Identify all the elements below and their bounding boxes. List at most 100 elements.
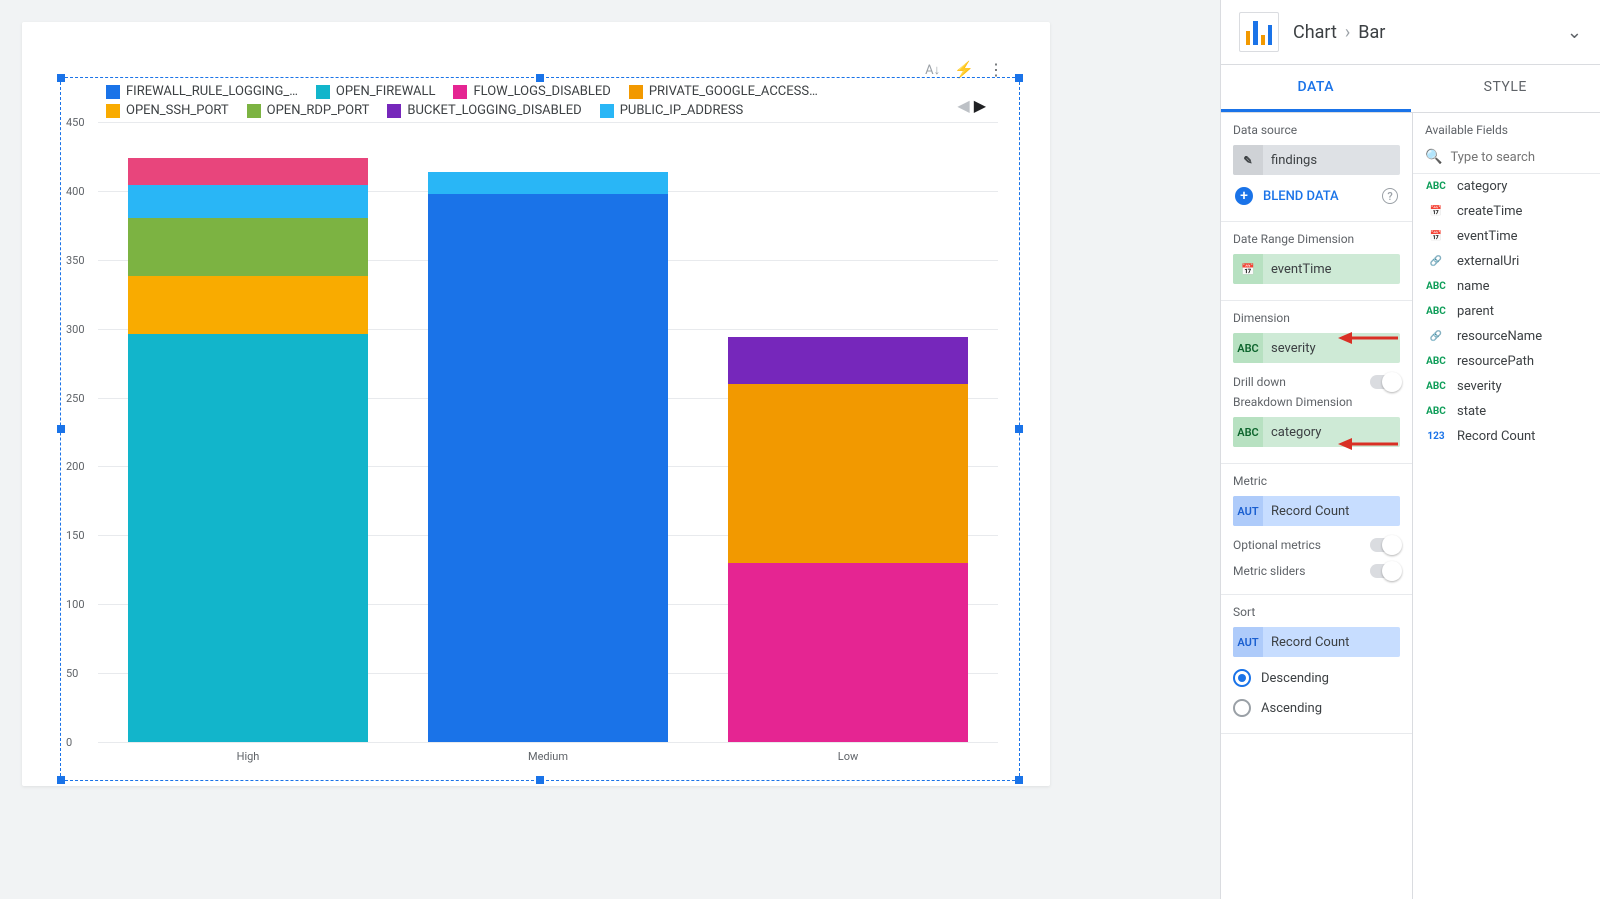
legend-item[interactable]: OPEN_FIREWALL (316, 84, 436, 99)
date-range-chip[interactable]: 📅 eventTime (1233, 254, 1400, 284)
resize-handle[interactable] (1015, 425, 1023, 433)
bar-group[interactable]: High (128, 158, 368, 742)
color-swatch (247, 104, 261, 118)
legend-label: OPEN_SSH_PORT (126, 103, 229, 118)
bar-segment[interactable] (428, 194, 668, 742)
legend-label: FIREWALL_RULE_LOGGING_… (126, 84, 298, 99)
y-tick: 250 (66, 392, 85, 405)
field-name: category (1457, 179, 1507, 194)
field-item[interactable]: ABCcategory (1413, 174, 1600, 199)
bar-chart-icon[interactable] (1239, 12, 1279, 52)
panel-header: Chart › Bar ⌄ (1221, 0, 1600, 65)
sort-icon[interactable]: A↓ (925, 62, 940, 78)
tab-data[interactable]: DATA (1221, 65, 1411, 112)
more-icon[interactable]: ⋮ (988, 60, 1004, 79)
chart-tools: A↓ ⚡ ⋮ (925, 60, 1004, 79)
y-tick: 0 (66, 736, 72, 749)
resize-handle[interactable] (57, 425, 65, 433)
section-title: Dimension (1233, 311, 1400, 325)
legend-label: FLOW_LOGS_DISABLED (473, 84, 610, 99)
field-name: resourceName (1457, 329, 1542, 344)
breakdown-chip[interactable]: ABC category (1233, 417, 1400, 447)
dimension-chip[interactable]: ABC severity (1233, 333, 1400, 363)
y-tick: 50 (66, 667, 78, 680)
field-item[interactable]: ABCstate (1413, 399, 1600, 424)
legend-next-icon[interactable]: ▶ (974, 96, 986, 115)
sort-ascending[interactable]: Ascending (1233, 693, 1400, 723)
bar-group[interactable]: Low (728, 337, 968, 742)
resize-handle[interactable] (57, 74, 65, 82)
y-tick: 200 (66, 460, 85, 473)
legend-label: OPEN_FIREWALL (336, 84, 436, 99)
field-type-icon: ABC (1425, 281, 1447, 292)
bar-segment[interactable] (128, 158, 368, 186)
search-input[interactable] (1450, 150, 1600, 165)
field-name: resourcePath (1457, 354, 1534, 369)
bar-segment[interactable] (428, 172, 668, 194)
metric-sliders-toggle[interactable] (1370, 564, 1400, 578)
field-item[interactable]: ABCseverity (1413, 374, 1600, 399)
field-item[interactable]: 📅 eventTime (1413, 224, 1600, 249)
field-type-icon: 📅 (1425, 206, 1447, 217)
search-icon: 🔍 (1425, 149, 1442, 165)
field-item[interactable]: ABCname (1413, 274, 1600, 299)
legend-item[interactable]: PUBLIC_IP_ADDRESS (600, 103, 744, 118)
bar-segment[interactable] (728, 337, 968, 384)
metric-sliders-label: Metric sliders (1233, 564, 1305, 578)
bar-segment[interactable] (728, 563, 968, 742)
resize-handle[interactable] (536, 74, 544, 82)
field-type-icon: ABC (1425, 306, 1447, 317)
color-swatch (600, 104, 614, 118)
canvas[interactable]: A↓ ⚡ ⋮ FIREWALL_RULE_LOGGING_… OPEN_FIREW… (0, 0, 1220, 899)
bar-segment[interactable] (728, 384, 968, 563)
tab-style[interactable]: STYLE (1411, 65, 1600, 112)
legend-pager[interactable]: ◀ ▶ (957, 96, 986, 115)
resize-handle[interactable] (536, 776, 544, 784)
field-name: Record Count (1457, 429, 1535, 444)
field-type-icon: ABC (1425, 356, 1447, 367)
color-swatch (387, 104, 401, 118)
field-item[interactable]: 123Record Count (1413, 424, 1600, 449)
chevron-down-icon[interactable]: ⌄ (1567, 22, 1582, 43)
bar-segment[interactable] (128, 276, 368, 334)
resize-handle[interactable] (1015, 74, 1023, 82)
crumb-root[interactable]: Chart (1293, 22, 1337, 43)
field-item[interactable]: 📅createTime (1413, 199, 1600, 224)
optional-metrics-toggle[interactable] (1370, 538, 1400, 552)
legend-item[interactable]: BUCKET_LOGGING_DISABLED (387, 103, 581, 118)
field-type-icon: 📅 (1425, 231, 1447, 242)
bar-segment[interactable] (128, 185, 368, 218)
y-tick: 100 (66, 598, 85, 611)
legend: FIREWALL_RULE_LOGGING_… OPEN_FIREWALL FLOW… (106, 84, 926, 118)
sort-descending[interactable]: Descending (1233, 663, 1400, 693)
section-title: Date Range Dimension (1233, 232, 1400, 246)
sort-field-chip[interactable]: AUT Record Count (1233, 627, 1400, 657)
legend-item[interactable]: FLOW_LOGS_DISABLED (453, 84, 610, 99)
field-item[interactable]: 🔗externalUri (1413, 249, 1600, 274)
legend-item[interactable]: PRIVATE_GOOGLE_ACCESS… (629, 84, 818, 99)
bar-segment[interactable] (128, 334, 368, 742)
field-name: eventTime (1457, 229, 1518, 244)
field-item[interactable]: ABC resourcePath (1413, 349, 1600, 374)
legend-prev-icon[interactable]: ◀ (957, 96, 969, 115)
bar-segment[interactable] (128, 218, 368, 276)
data-source-chip[interactable]: ✎ findings (1233, 145, 1400, 175)
field-item[interactable]: ABCparent (1413, 299, 1600, 324)
resize-handle[interactable] (57, 776, 65, 784)
fields-column: Available Fields 🔍 ABCcategory📅createTim… (1413, 113, 1600, 899)
bolt-icon[interactable]: ⚡ (954, 60, 974, 79)
metric-chip[interactable]: AUT Record Count (1233, 496, 1400, 526)
legend-item[interactable]: FIREWALL_RULE_LOGGING_… (106, 84, 298, 99)
drill-down-toggle[interactable] (1370, 375, 1400, 389)
legend-item[interactable]: OPEN_SSH_PORT (106, 103, 229, 118)
help-icon[interactable]: ? (1382, 188, 1398, 204)
blend-data-button[interactable]: + BLEND DATA ? (1233, 181, 1400, 211)
bar-group[interactable]: Medium (428, 172, 668, 742)
field-item[interactable]: 🔗resourceName (1413, 324, 1600, 349)
field-name: externalUri (1457, 254, 1519, 269)
config-column: Data source ✎ findings + BLEND DATA ? Da… (1221, 113, 1413, 899)
legend-item[interactable]: OPEN_RDP_PORT (247, 103, 370, 118)
resize-handle[interactable] (1015, 776, 1023, 784)
chart-card[interactable]: A↓ ⚡ ⋮ FIREWALL_RULE_LOGGING_… OPEN_FIREW… (22, 22, 1050, 786)
field-search[interactable]: 🔍 (1413, 141, 1600, 174)
